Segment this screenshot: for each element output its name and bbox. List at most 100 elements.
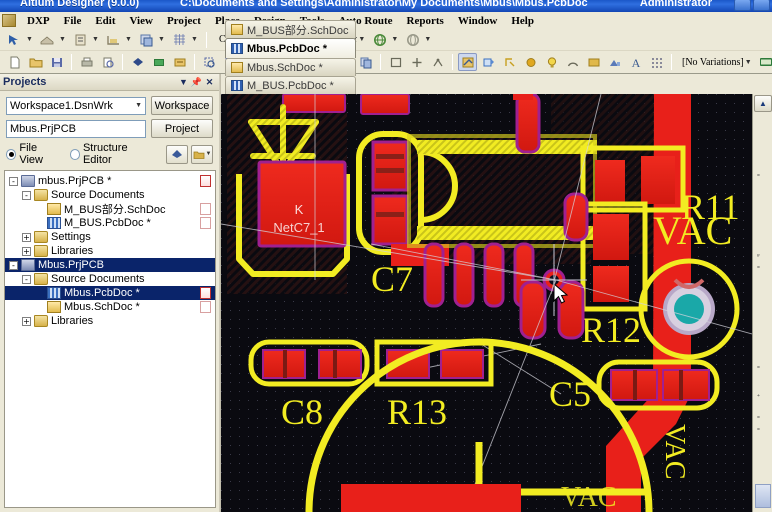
select-tool-icon[interactable] <box>5 31 24 49</box>
route-tool-icon[interactable] <box>38 31 57 49</box>
compile-icon[interactable] <box>166 144 188 164</box>
pin-icon[interactable]: 📌 <box>190 76 203 89</box>
globe-alt-dropdown-caret[interactable]: ▼ <box>423 31 432 49</box>
tree-node-label: Source Documents <box>51 273 145 285</box>
menu-item-window[interactable]: Window <box>451 14 505 28</box>
place-dimension-icon[interactable] <box>605 53 624 71</box>
layer-stack-dropdown-caret[interactable]: ▼ <box>91 31 100 49</box>
new-document-icon[interactable] <box>5 53 24 71</box>
print-preview-icon[interactable] <box>98 53 117 71</box>
place-polygon-icon[interactable] <box>584 53 603 71</box>
tree-node[interactable]: - Mbus.PrjPCB <box>5 258 215 272</box>
menu-item-view[interactable]: View <box>123 14 160 28</box>
place-net-icon[interactable] <box>428 53 447 71</box>
duplicate-icon[interactable] <box>356 53 375 71</box>
collapse-icon[interactable]: - <box>22 190 31 200</box>
maximize-button[interactable] <box>753 0 770 11</box>
print-icon[interactable] <box>77 53 96 71</box>
menu-item-reports[interactable]: Reports <box>400 14 451 28</box>
tree-node[interactable]: - Source Documents <box>5 272 215 286</box>
canvas-scrollbar[interactable]: ▲ = # = = + = = <box>752 94 772 512</box>
place-array-icon[interactable] <box>647 53 666 71</box>
project-button[interactable]: Project <box>151 119 213 138</box>
place-via-icon[interactable] <box>407 53 426 71</box>
menu-item-edit[interactable]: Edit <box>88 14 122 28</box>
tree-node[interactable]: - Source Documents <box>5 188 215 202</box>
board-shape-icon[interactable] <box>104 31 123 49</box>
project-combo[interactable]: Mbus.PrjPCB <box>6 119 146 138</box>
tree-node[interactable]: + Settings <box>5 230 215 244</box>
document-tab[interactable]: Mbus.PcbDoc * <box>225 38 357 58</box>
toolbar-separator <box>380 54 381 70</box>
document-tab[interactable]: M_BUS.PcbDoc * <box>225 76 357 94</box>
workspace-combo[interactable]: Workspace1.DsnWrk ▼ <box>6 96 146 115</box>
variations-field[interactable]: [No Variations] <box>682 57 744 68</box>
place-fill-icon[interactable] <box>521 53 540 71</box>
scroll-up-icon[interactable]: ▲ <box>754 95 772 112</box>
chevron-down-icon: ▼ <box>205 151 212 157</box>
globe-dropdown-caret[interactable]: ▼ <box>390 31 399 49</box>
structure-editor-radio[interactable]: Structure Editor <box>69 142 154 166</box>
tree-node[interactable]: - mbus.PrjPCB * <box>5 174 215 188</box>
schematic-icon <box>231 24 243 35</box>
document-tab[interactable]: M_BUS部分.SchDoc <box>225 20 357 38</box>
zoom-area-icon[interactable] <box>200 53 219 71</box>
collapse-icon[interactable]: - <box>9 260 18 270</box>
place-pad-icon[interactable] <box>479 53 498 71</box>
layer-stack-icon[interactable] <box>71 31 90 49</box>
minimize-button[interactable] <box>734 0 751 11</box>
globe-icon[interactable] <box>370 31 389 49</box>
expand-icon[interactable]: + <box>22 316 31 326</box>
workspace-button[interactable]: Workspace <box>151 96 213 115</box>
chevron-down-icon[interactable]: ▼ <box>177 76 190 89</box>
expand-icon[interactable]: + <box>22 246 31 256</box>
place-arc-icon[interactable] <box>563 53 582 71</box>
project-tree[interactable]: - mbus.PrjPCB * - Source Documents M_BUS部分.S… <box>4 170 216 508</box>
place-string-icon[interactable] <box>500 53 519 71</box>
file-view-radio[interactable]: File View <box>6 142 61 166</box>
tree-node[interactable]: Mbus.SchDoc * <box>5 300 215 314</box>
tree-node[interactable]: + Libraries <box>5 314 215 328</box>
tree-node[interactable]: Mbus.PcbDoc * <box>5 286 215 300</box>
place-text-icon[interactable]: A <box>626 53 645 71</box>
grid-dropdown-caret[interactable]: ▼ <box>190 31 199 49</box>
place-light-icon[interactable] <box>542 53 561 71</box>
variations-dropdown-caret[interactable]: ▼ <box>744 53 753 71</box>
open-project-icon[interactable]: ▼ <box>191 144 213 164</box>
select-tool-dropdown-caret[interactable]: ▼ <box>25 31 34 49</box>
collapse-icon[interactable]: - <box>22 274 31 284</box>
document-status-icon <box>200 301 211 313</box>
tree-node[interactable]: + Libraries <box>5 244 215 258</box>
document-status-icon <box>200 175 211 187</box>
menu-item-help[interactable]: Help <box>504 14 541 28</box>
grid-icon[interactable] <box>170 31 189 49</box>
document-tab[interactable]: Mbus.SchDoc * <box>225 58 357 76</box>
close-icon[interactable]: ✕ <box>203 76 216 89</box>
scroll-tick: = <box>757 366 760 371</box>
variations-icon[interactable] <box>757 53 772 71</box>
place-track-icon[interactable] <box>458 53 477 71</box>
globe-alt-icon[interactable] <box>403 31 422 49</box>
save-icon[interactable] <box>47 53 66 71</box>
menu-item-project[interactable]: Project <box>160 14 208 28</box>
board-shape-dropdown-caret[interactable]: ▼ <box>124 31 133 49</box>
polygon-pour-icon[interactable] <box>137 31 156 49</box>
collapse-icon[interactable]: - <box>9 176 18 186</box>
menu-item-file[interactable]: File <box>57 14 89 28</box>
tree-node[interactable]: M_BUS部分.SchDoc <box>5 202 215 216</box>
tree-node[interactable]: M_BUS.PcbDoc * <box>5 216 215 230</box>
menu-item-dxp[interactable]: DXP <box>20 14 57 28</box>
pcb-canvas[interactable]: K NetC7_1 C7 R11 R12 VAC C8 R13 C5 VAC V… <box>221 94 752 512</box>
open-folder-icon[interactable] <box>26 53 45 71</box>
place-rect-icon[interactable] <box>386 53 405 71</box>
polygon-pour-dropdown-caret[interactable]: ▼ <box>157 31 166 49</box>
path-dropdown-caret[interactable]: ▼ <box>357 31 366 49</box>
notes-icon[interactable] <box>170 53 189 71</box>
expand-icon[interactable]: + <box>22 232 31 242</box>
component-3d-icon[interactable] <box>128 53 147 71</box>
toolbar-separator <box>71 54 72 70</box>
route-tool-dropdown-caret[interactable]: ▼ <box>58 31 67 49</box>
scroll-thumb[interactable] <box>755 484 771 508</box>
board-view-icon[interactable] <box>149 53 168 71</box>
title-bar: Altium Designer (9.0.0) C:\Documents and… <box>0 0 772 12</box>
